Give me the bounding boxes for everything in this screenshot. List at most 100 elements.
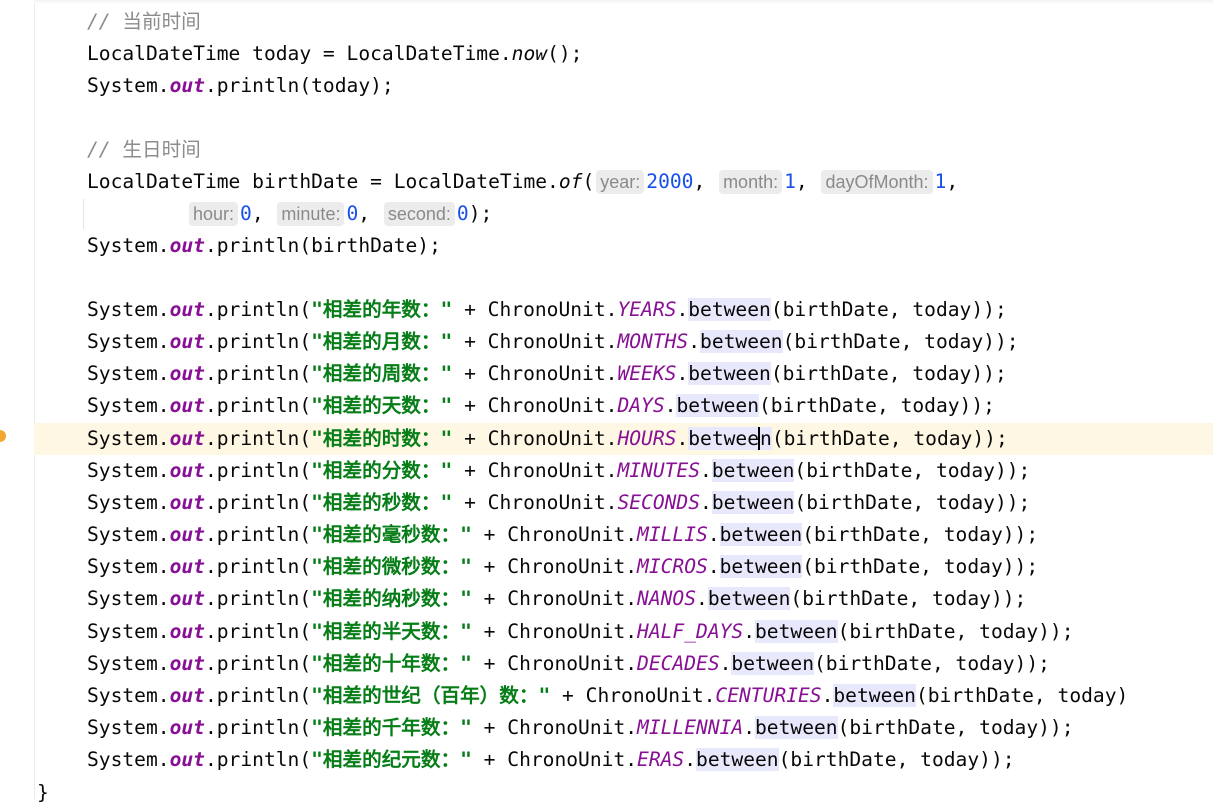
between-method: between bbox=[731, 651, 814, 675]
code-line: // 当前时间 bbox=[34, 6, 1213, 38]
system-class: System. bbox=[87, 683, 170, 707]
enum-constant: NANOS bbox=[637, 587, 697, 611]
code-line: System.out.println("相差的周数：" + ChronoUnit… bbox=[87, 362, 1007, 386]
code-line: // 生日时间 bbox=[34, 134, 1213, 166]
call-args: (birthDate, today)); bbox=[770, 298, 1007, 321]
string-literal: "相差的分数：" bbox=[311, 458, 453, 482]
code-line: System.out.println("相差的分数：" + ChronoUnit… bbox=[87, 458, 1031, 482]
call-args: (birthDate, today)); bbox=[794, 490, 1031, 514]
number-literal: 0 bbox=[456, 202, 469, 225]
code-line: System.out.println(today); bbox=[34, 70, 1213, 102]
between-method: between bbox=[719, 523, 803, 547]
println-call: .println( bbox=[204, 426, 312, 450]
between-method: between bbox=[696, 748, 779, 772]
code-line: System.out.println("相差的千年数：" + ChronoUni… bbox=[87, 715, 1074, 739]
enum-constant: MILLENNIA bbox=[637, 715, 744, 739]
println-call: .println( bbox=[204, 394, 312, 418]
code-line: System.out.println("相差的时数：" + ChronoUnit… bbox=[34, 422, 1213, 455]
out-field: out bbox=[169, 587, 205, 611]
system-class: System. bbox=[87, 715, 170, 739]
between-method: between bbox=[688, 362, 771, 386]
out-field: out bbox=[169, 683, 205, 707]
call-args: (birthDate, today)); bbox=[771, 426, 1008, 450]
enum-constant: MINUTES bbox=[617, 458, 701, 482]
between-method: between bbox=[711, 458, 795, 482]
call-args: (birthDate, today)); bbox=[814, 651, 1050, 675]
out-field: out bbox=[169, 651, 205, 675]
println-call: .println( bbox=[204, 298, 312, 321]
out-field: out bbox=[169, 394, 205, 418]
text-caret: n bbox=[758, 426, 772, 450]
call-args: (birthDate, today)); bbox=[759, 394, 995, 418]
chrono-unit-class: + ChronoUnit. bbox=[452, 362, 618, 386]
code-line: hour: 0, minute: 0, second: 0); bbox=[34, 198, 1213, 230]
param-hint-hour: hour: bbox=[189, 202, 239, 226]
intention-bulb-icon[interactable] bbox=[0, 430, 6, 442]
between-method: between bbox=[719, 555, 803, 579]
system-class: System. bbox=[87, 362, 170, 386]
out-field: out bbox=[169, 362, 205, 386]
println-call: .println( bbox=[204, 748, 312, 772]
enum-constant: ERAS bbox=[637, 748, 685, 772]
call-args: (birthDate, today) bbox=[915, 683, 1129, 707]
system-class: System. bbox=[87, 748, 170, 772]
string-literal: "相差的年数：" bbox=[311, 298, 453, 321]
string-literal: "相差的纪元数：" bbox=[311, 748, 472, 772]
chrono-unit-class: + ChronoUnit. bbox=[471, 748, 638, 772]
chrono-unit-class: + ChronoUnit. bbox=[452, 458, 618, 482]
between-method: between bbox=[833, 683, 916, 707]
chrono-unit-class: + ChronoUnit. bbox=[550, 683, 716, 707]
chrono-unit-class: + ChronoUnit. bbox=[471, 523, 638, 547]
param-hint-second: second: bbox=[383, 202, 455, 226]
println-call: .println( bbox=[204, 715, 312, 739]
chrono-unit-class: + ChronoUnit. bbox=[452, 330, 618, 354]
chrono-unit-class: + ChronoUnit. bbox=[471, 587, 638, 611]
string-literal: "相差的微秒数：" bbox=[311, 555, 472, 579]
closing-brace: } bbox=[37, 781, 49, 804]
code-line: LocalDateTime today = LocalDateTime.now(… bbox=[34, 38, 1213, 70]
enum-constant: SECONDS bbox=[617, 490, 701, 514]
code-text: ); bbox=[468, 202, 493, 225]
between-method: between bbox=[688, 298, 771, 321]
out-field: out bbox=[169, 426, 205, 450]
enum-constant: CENTURIES bbox=[715, 683, 822, 707]
code-line: System.out.println("相差的年数：" + ChronoUnit… bbox=[87, 298, 1007, 321]
number-literal: 1 bbox=[784, 170, 796, 193]
code-line: System.out.println("相差的十年数：" + ChronoUni… bbox=[87, 651, 1050, 675]
enum-constant: HOURS bbox=[617, 426, 677, 450]
chrono-unit-class: + ChronoUnit. bbox=[452, 426, 618, 450]
param-hint-month: month: bbox=[719, 170, 783, 194]
code-text: ( bbox=[582, 170, 595, 193]
chrono-unit-class: + ChronoUnit. bbox=[471, 651, 638, 675]
system-class: System. bbox=[87, 651, 170, 675]
code-line: System.out.println("相差的月数：" + ChronoUnit… bbox=[87, 330, 1019, 354]
call-args: (birthDate, today)); bbox=[837, 715, 1074, 739]
code-line: System.out.println("相差的世纪（百年）数：" + Chron… bbox=[87, 683, 1129, 707]
chrono-unit-class: + ChronoUnit. bbox=[471, 619, 638, 643]
out-field: out bbox=[169, 715, 205, 739]
system-class: System. bbox=[87, 394, 170, 418]
out-field: out bbox=[169, 490, 205, 514]
comment-now: // 当前时间 bbox=[87, 10, 201, 33]
number-literal: 0 bbox=[346, 202, 359, 225]
between-method: between bbox=[755, 715, 838, 739]
string-literal: "相差的十年数：" bbox=[311, 651, 472, 675]
number-literal: 0 bbox=[240, 202, 252, 225]
system-class: System. bbox=[87, 458, 170, 482]
call-args: (birthDate, today)); bbox=[778, 748, 1015, 772]
println-call: .println( bbox=[204, 555, 312, 579]
string-literal: "相差的世纪（百年）数：" bbox=[311, 683, 551, 707]
println-call: .println( bbox=[204, 330, 312, 354]
code-line: System.out.println("相差的纳秒数：" + ChronoUni… bbox=[87, 587, 1027, 611]
code-line: System.out.println(birthDate); bbox=[34, 230, 1213, 262]
out-field: out bbox=[169, 234, 205, 257]
code-text: LocalDateTime today = LocalDateTime. bbox=[87, 42, 512, 65]
system-class: System. bbox=[87, 234, 170, 257]
println-call: .println( bbox=[204, 587, 312, 611]
out-field: out bbox=[169, 330, 205, 354]
call-args: (birthDate, today)); bbox=[794, 458, 1031, 482]
call-args: (birthDate, today)); bbox=[837, 619, 1074, 643]
number-literal: 1 bbox=[934, 170, 947, 193]
code-editor[interactable]: // 当前时间 LocalDateTime today = LocalDateT… bbox=[34, 0, 1213, 804]
code-line: System.out.println("相差的毫秒数：" + ChronoUni… bbox=[87, 523, 1039, 547]
